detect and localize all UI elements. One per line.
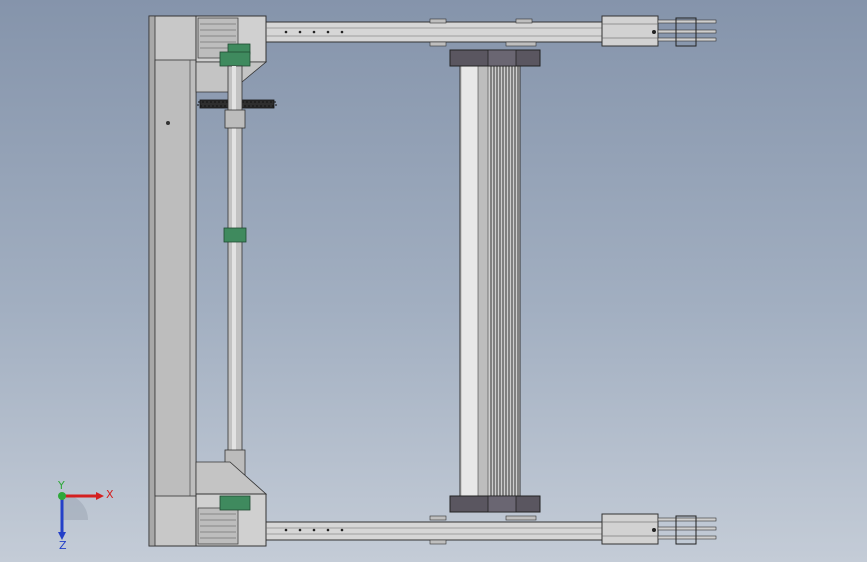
cad-graphics-viewport[interactable]: X Y Z (0, 0, 867, 562)
drive-shaft[interactable] (223, 65, 247, 497)
bottom-guide-rail[interactable] (265, 513, 717, 545)
left-frame-column[interactable] (148, 15, 197, 547)
z-axis-label: Z (59, 539, 67, 550)
x-axis-label: X (106, 488, 114, 501)
y-axis-label: Y (57, 480, 65, 492)
x-axis-head (96, 492, 104, 500)
y-axis-dot (58, 492, 66, 500)
bottom-motor-housing[interactable] (195, 461, 268, 547)
roller-column[interactable] (449, 49, 541, 513)
orientation-triad: X Y Z (57, 480, 114, 550)
conveyor-frame-model[interactable] (0, 0, 867, 562)
triad-shadow (62, 494, 88, 520)
top-guide-rail[interactable] (265, 15, 717, 47)
